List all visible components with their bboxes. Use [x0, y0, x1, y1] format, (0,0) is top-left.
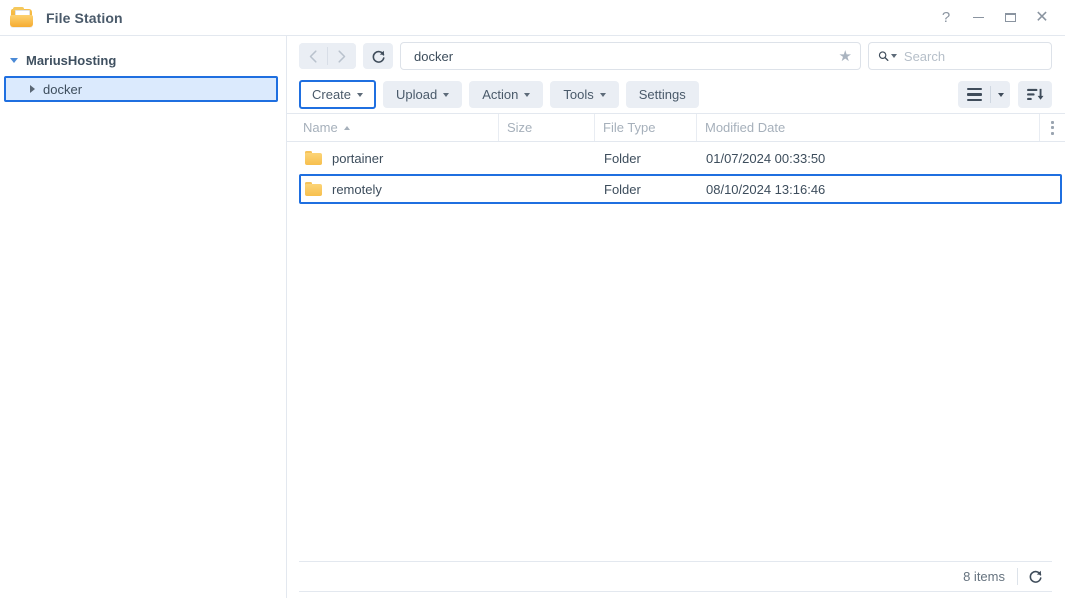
- forward-button[interactable]: [328, 43, 356, 69]
- path-input[interactable]: [412, 48, 833, 65]
- upload-button[interactable]: Upload: [383, 81, 462, 108]
- chevron-down-icon[interactable]: [891, 54, 897, 58]
- action-button[interactable]: Action: [469, 81, 543, 108]
- column-header-name-label: Name: [303, 120, 338, 135]
- file-list-header: Name Size File Type Modified Date: [287, 114, 1065, 142]
- view-mode-dropdown[interactable]: [991, 81, 1010, 108]
- chevron-down-icon: [600, 93, 606, 97]
- upload-button-label: Upload: [396, 87, 437, 102]
- path-toolbar: ★: [287, 36, 1065, 76]
- settings-button-label: Settings: [639, 87, 686, 102]
- search-field[interactable]: [868, 42, 1052, 70]
- file-station-window: File Station ? ✕ MariusHosting: [0, 0, 1065, 598]
- navigation-button-group: [299, 43, 356, 69]
- list-view-icon[interactable]: [958, 81, 990, 108]
- folder-icon: [305, 182, 322, 196]
- chevron-down-icon: [357, 93, 363, 97]
- close-icon: ✕: [1035, 10, 1048, 26]
- list-view-glyph: [967, 88, 982, 102]
- row-modified-date-cell: 01/07/2024 00:33:50: [698, 151, 1060, 166]
- chevron-down-icon[interactable]: [10, 58, 18, 63]
- help-button[interactable]: ?: [931, 4, 961, 32]
- row-name-cell: portainer: [301, 151, 500, 166]
- maximize-icon: [1005, 13, 1016, 22]
- row-file-type-cell: Folder: [596, 151, 698, 166]
- column-header-file-type[interactable]: File Type: [594, 114, 696, 141]
- folder-icon: [10, 7, 34, 29]
- sort-ascending-icon: [344, 126, 350, 130]
- main-panel: ★ Create Upload: [287, 36, 1065, 598]
- star-icon[interactable]: ★: [839, 49, 852, 64]
- column-header-modified-date-label: Modified Date: [705, 120, 785, 135]
- search-input[interactable]: [902, 48, 1043, 65]
- column-header-size[interactable]: Size: [498, 114, 594, 141]
- close-button[interactable]: ✕: [1027, 4, 1057, 32]
- row-name-cell: remotely: [301, 182, 500, 197]
- action-toolbar: Create Upload Action Tools Settings: [287, 76, 1065, 114]
- window-titlebar: File Station ? ✕: [0, 0, 1065, 36]
- action-button-label: Action: [482, 87, 518, 102]
- sidebar-item-docker[interactable]: docker: [4, 76, 278, 102]
- chevron-down-icon: [998, 93, 1004, 97]
- view-tools: [958, 81, 1052, 108]
- item-count-label: 8 items: [963, 569, 1017, 584]
- minimize-button[interactable]: [963, 4, 993, 32]
- window-title: File Station: [46, 10, 123, 26]
- minimize-icon: [973, 17, 984, 18]
- status-bar-wrapper: 8 items: [287, 561, 1065, 592]
- window-controls: ? ✕: [931, 4, 1057, 32]
- chevron-down-icon: [443, 93, 449, 97]
- refresh-button[interactable]: [363, 43, 393, 69]
- refresh-icon: [371, 49, 386, 64]
- file-list-body: portainer Folder 01/07/2024 00:33:50 rem…: [287, 142, 1065, 561]
- tools-button-label: Tools: [563, 87, 593, 102]
- tools-button[interactable]: Tools: [550, 81, 618, 108]
- view-mode-group: [958, 81, 1010, 108]
- table-row[interactable]: remotely Folder 08/10/2024 13:16:46: [299, 174, 1062, 204]
- create-button-label: Create: [312, 87, 351, 102]
- row-name-label: portainer: [332, 151, 383, 166]
- sidebar-root-mariushosting[interactable]: MariusHosting: [0, 48, 286, 72]
- settings-button[interactable]: Settings: [626, 81, 699, 108]
- column-header-modified-date[interactable]: Modified Date: [696, 114, 1039, 141]
- sort-button[interactable]: [1018, 81, 1052, 108]
- column-header-file-type-label: File Type: [603, 120, 656, 135]
- row-file-type-cell: Folder: [596, 182, 698, 197]
- sidebar-root-label: MariusHosting: [26, 53, 116, 68]
- chevron-right-icon: [338, 50, 346, 63]
- table-row[interactable]: portainer Folder 01/07/2024 00:33:50: [299, 143, 1062, 173]
- row-name-label: remotely: [332, 182, 382, 197]
- chevron-left-icon: [309, 50, 317, 63]
- chevron-right-icon[interactable]: [30, 85, 35, 93]
- back-button[interactable]: [299, 43, 327, 69]
- window-body: MariusHosting docker: [0, 36, 1065, 598]
- bottom-spacer: [287, 592, 1065, 598]
- sort-descending-icon: [1027, 87, 1044, 102]
- chevron-down-icon: [524, 93, 530, 97]
- status-refresh-button[interactable]: [1018, 569, 1052, 584]
- more-options-icon[interactable]: [1039, 114, 1065, 141]
- status-bar: 8 items: [299, 561, 1052, 592]
- column-header-name[interactable]: Name: [299, 114, 498, 141]
- search-icon: [878, 49, 889, 63]
- path-field[interactable]: ★: [400, 42, 861, 70]
- maximize-button[interactable]: [995, 4, 1025, 32]
- question-mark-icon: ?: [942, 10, 950, 25]
- sidebar: MariusHosting docker: [0, 36, 287, 598]
- sidebar-item-label: docker: [43, 82, 82, 97]
- column-header-size-label: Size: [507, 120, 532, 135]
- row-modified-date-cell: 08/10/2024 13:16:46: [698, 182, 1060, 197]
- refresh-icon: [1028, 569, 1043, 584]
- folder-icon: [305, 151, 322, 165]
- create-button[interactable]: Create: [299, 80, 376, 109]
